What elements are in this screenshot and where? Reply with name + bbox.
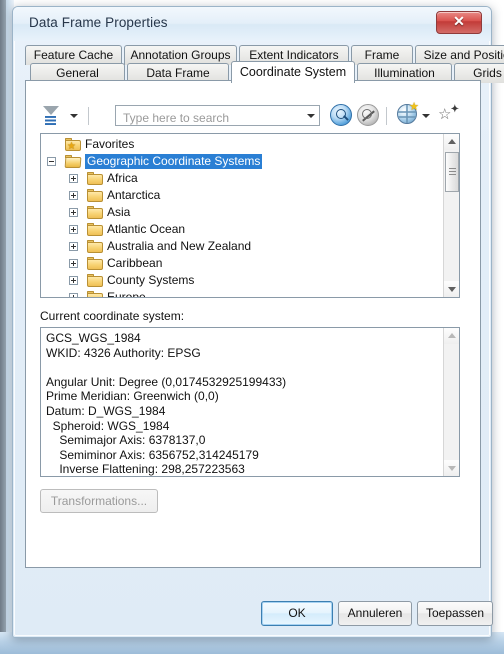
- transformations-button[interactable]: Transformations...: [40, 489, 158, 513]
- folder-icon: [87, 291, 103, 297]
- globe-meridian: [406, 105, 408, 123]
- tree-item-antarctica[interactable]: Antarctica: [41, 187, 443, 204]
- tree-item-label: Australia and New Zealand: [107, 239, 252, 253]
- tree-item-label: Favorites: [85, 137, 135, 151]
- current-coordinate-system-box[interactable]: GCS_WGS_1984 WKID: 4326 Authority: EPSG …: [40, 327, 460, 477]
- star-add-icon: ☆: [438, 106, 452, 123]
- plus-badge-icon: ✦: [450, 104, 459, 115]
- tree-item-africa[interactable]: Africa: [41, 170, 443, 187]
- expand-icon[interactable]: [69, 208, 78, 217]
- tree-vertical-scrollbar[interactable]: [443, 134, 459, 297]
- expand-icon[interactable]: [69, 242, 78, 251]
- tree-item-label: Antarctica: [107, 188, 161, 202]
- filter-button[interactable]: [40, 104, 64, 128]
- tree-item-label: Atlantic Ocean: [107, 222, 186, 236]
- close-icon: ✕: [453, 15, 465, 30]
- tree-item-europe[interactable]: Europe: [41, 289, 443, 298]
- toolbar-separator-2: [386, 107, 387, 125]
- expand-icon[interactable]: [69, 174, 78, 183]
- tree-item-label: Geographic Coordinate Systems: [85, 154, 263, 169]
- tree-item-list: ★ Favorites Geographic Coordinate Systems A…: [41, 136, 443, 298]
- folder-icon: [87, 172, 103, 185]
- glass-edge-dark: [0, 0, 6, 654]
- folder-icon: [87, 189, 103, 202]
- coordinate-system-tree[interactable]: ★ Favorites Geographic Coordinate Systems A…: [40, 133, 460, 298]
- collapse-icon[interactable]: [47, 157, 56, 166]
- tree-item-favorites[interactable]: ★ Favorites: [41, 136, 443, 153]
- coordinate-system-tab-page: ★ ☆ ✦ ★ Favorites Geographic Coordinate Sy…: [25, 80, 481, 568]
- title-bar[interactable]: Data Frame Properties ✕: [13, 7, 491, 41]
- chevron-down-icon-filter[interactable]: [70, 114, 78, 118]
- toolbar-separator-1: [88, 107, 89, 125]
- tree-item-label: Caribbean: [107, 256, 163, 270]
- tree-item-label: Europe: [107, 290, 146, 298]
- globe-star-badge-icon: ★: [409, 101, 419, 113]
- filter-dots-icon: [45, 116, 56, 125]
- details-scroll-up-button[interactable]: [444, 328, 459, 344]
- window-title: Data Frame Properties: [29, 15, 168, 30]
- triangle-down-icon: [448, 466, 456, 471]
- tree-item-label: Asia: [107, 205, 131, 219]
- tree-item-caribbean[interactable]: Caribbean: [41, 255, 443, 272]
- folder-open-icon: [64, 155, 82, 168]
- tree-item-asia[interactable]: Asia: [41, 204, 443, 221]
- tree-item-label: County Systems: [107, 273, 195, 287]
- chevron-down-icon-globe[interactable]: [422, 114, 430, 118]
- tab-feature-cache[interactable]: Feature Cache: [25, 45, 122, 65]
- globe-parallel-2: [398, 116, 416, 118]
- search-input[interactable]: [121, 108, 297, 127]
- dialog-button-bar: OK Annuleren Toepassen: [13, 597, 493, 633]
- tree-item-label: Africa: [107, 171, 138, 185]
- tab-frame[interactable]: Frame: [351, 45, 413, 65]
- coordinate-system-details-text: GCS_WGS_1984 WKID: 4326 Authority: EPSG …: [46, 331, 287, 477]
- coordinate-system-toolbar: ★ ☆ ✦: [40, 101, 460, 129]
- tree-item-geographic-coordinate-systems[interactable]: Geographic Coordinate Systems: [41, 153, 443, 170]
- tab-strip: Feature Cache Annotation Groups Extent Ind…: [25, 45, 504, 83]
- folder-icon: [87, 240, 103, 253]
- scrollbar-grip: [449, 168, 456, 176]
- search-button[interactable]: [330, 104, 352, 126]
- tab-annotation-groups[interactable]: Annotation Groups: [124, 45, 237, 65]
- expand-icon[interactable]: [69, 293, 78, 297]
- close-button[interactable]: ✕: [436, 11, 482, 34]
- clear-search-button[interactable]: [357, 104, 379, 126]
- tab-coordinate-system[interactable]: Coordinate System: [231, 61, 355, 83]
- triangle-down-icon: [448, 287, 456, 292]
- details-vertical-scrollbar[interactable]: [443, 328, 459, 476]
- ok-button[interactable]: OK: [261, 601, 333, 626]
- globe-favorites-button[interactable]: ★: [397, 101, 419, 124]
- current-coordinate-system-label: Current coordinate system:: [40, 309, 185, 323]
- clear-slash-icon: [362, 110, 375, 122]
- expand-icon[interactable]: [69, 276, 78, 285]
- triangle-up-icon: [448, 333, 456, 338]
- scrollbar-thumb[interactable]: [445, 152, 459, 192]
- details-scroll-down-button[interactable]: [444, 460, 459, 476]
- folder-icon: [87, 223, 103, 236]
- search-combobox[interactable]: [115, 105, 320, 127]
- triangle-up-icon: [448, 139, 456, 144]
- tab-size-and-position[interactable]: Size and Position: [415, 45, 504, 65]
- tree-item-australia-and-new-zealand[interactable]: Australia and New Zealand: [41, 238, 443, 255]
- scroll-down-button[interactable]: [444, 281, 459, 297]
- add-to-favorites-button[interactable]: ☆ ✦: [438, 104, 459, 125]
- folder-icon: [87, 274, 103, 287]
- tree-item-county-systems[interactable]: County Systems: [41, 272, 443, 289]
- expand-icon[interactable]: [69, 191, 78, 200]
- expand-icon[interactable]: [69, 259, 78, 268]
- folder-icon: [87, 257, 103, 270]
- folder-icon: [87, 206, 103, 219]
- chevron-down-icon-search[interactable]: [307, 114, 315, 118]
- folder-star-icon: ★: [65, 138, 81, 152]
- scroll-up-button[interactable]: [444, 134, 459, 150]
- cancel-button[interactable]: Annuleren: [338, 601, 412, 626]
- data-frame-properties-dialog: Data Frame Properties ✕ Feature Cache Ann…: [12, 6, 504, 638]
- tree-item-atlantic-ocean[interactable]: Atlantic Ocean: [41, 221, 443, 238]
- expand-icon[interactable]: [69, 225, 78, 234]
- apply-button[interactable]: Toepassen: [417, 601, 493, 626]
